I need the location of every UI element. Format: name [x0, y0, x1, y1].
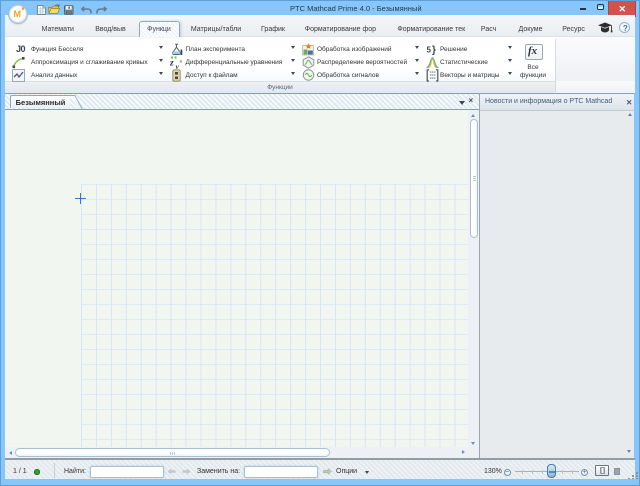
svg-text:y: y	[175, 61, 180, 68]
svg-text:z: z	[170, 58, 174, 68]
svg-text:}: }	[432, 45, 436, 56]
svg-text:5: 5	[427, 45, 432, 54]
